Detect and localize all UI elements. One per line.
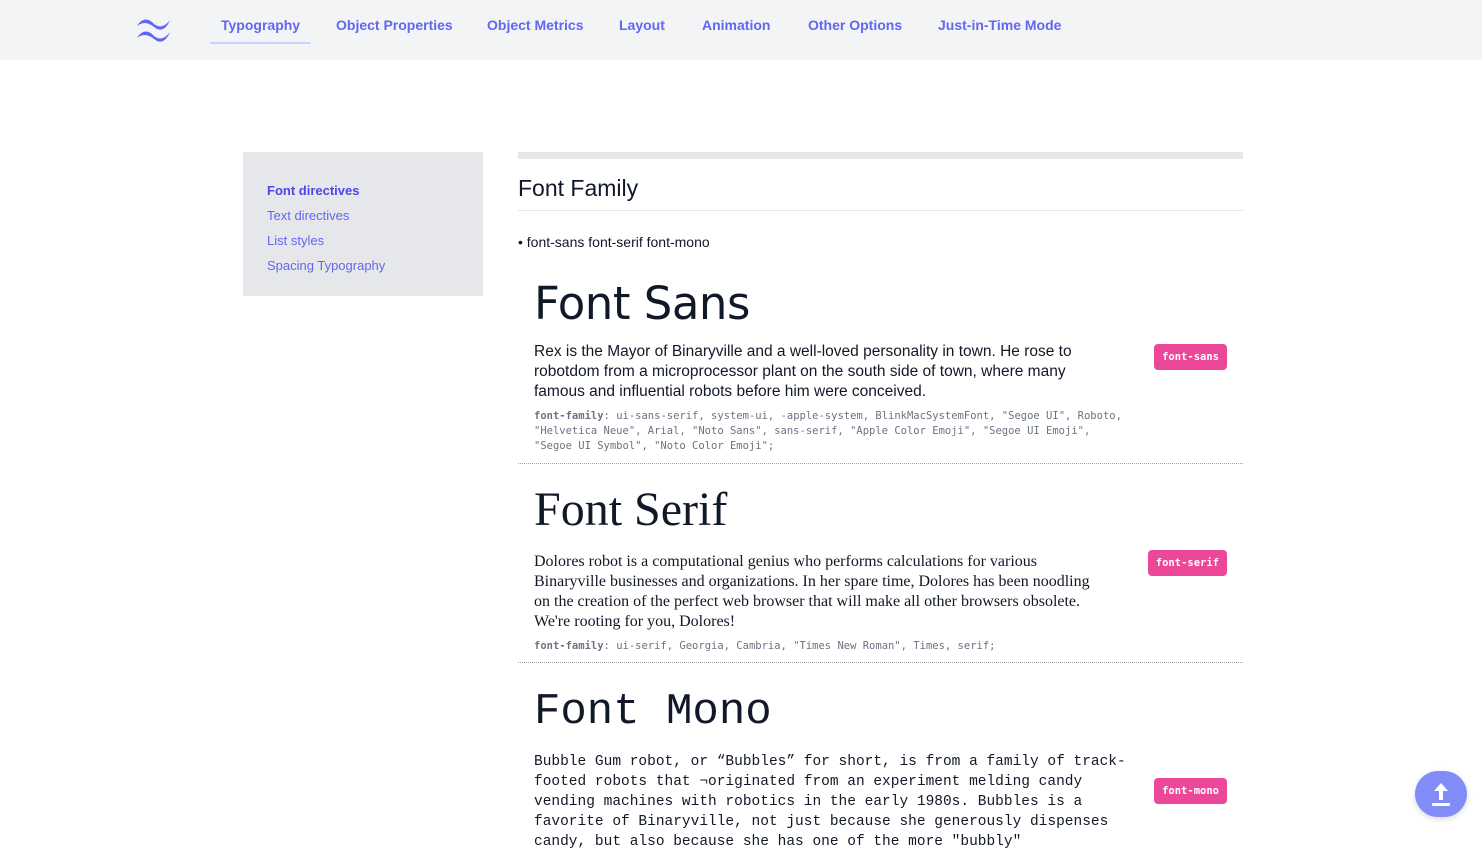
top-navbar: Typography Object Properties Object Metr…	[0, 0, 1482, 60]
font-sans-declaration: font-family: ui-sans-serif, system-ui, -…	[534, 409, 1134, 454]
font-sans-badge: font-sans	[1154, 344, 1227, 370]
declaration-value: : ui-sans-serif, system-ui, -apple-syste…	[534, 410, 1122, 452]
font-sans-example: Font Sans Rex is the Mayor of Binaryvill…	[518, 272, 1243, 464]
declaration-value: : ui-serif, Georgia, Cambria, "Times New…	[603, 640, 996, 652]
nav-item-animation[interactable]: Animation	[702, 0, 770, 44]
font-serif-paragraph: Dolores robot is a computational genius …	[534, 553, 1090, 630]
font-mono-example: Font Mono Bubble Gum robot, or “Bubbles”…	[518, 664, 1243, 852]
declaration-property: font-family	[534, 410, 604, 422]
nav-item-object-metrics[interactable]: Object Metrics	[487, 0, 583, 44]
declaration-property: font-family	[534, 640, 604, 652]
divider	[518, 662, 1243, 663]
font-serif-declaration: font-family: ui-serif, Georgia, Cambria,…	[534, 639, 1134, 654]
sidebar: Font directives Text directives List sty…	[243, 152, 483, 296]
font-mono-badge: font-mono	[1154, 778, 1227, 804]
main-content: Font Family • font-sans font-serif font-…	[518, 152, 1243, 850]
nav-item-just-in-time-mode[interactable]: Just-in-Time Mode	[938, 0, 1061, 44]
section-title: Font Family	[518, 174, 1243, 211]
sidebar-item-font-directives[interactable]: Font directives	[267, 178, 459, 203]
nav-item-object-properties[interactable]: Object Properties	[336, 0, 453, 44]
nav-item-typography[interactable]: Typography	[210, 0, 312, 44]
sidebar-item-spacing-typography[interactable]: Spacing Typography	[267, 253, 459, 278]
sidebar-item-list-styles[interactable]: List styles	[267, 228, 459, 253]
sidebar-item-text-directives[interactable]: Text directives	[267, 203, 459, 228]
tailwind-logo-icon[interactable]	[134, 14, 174, 42]
scroll-to-top-button[interactable]	[1415, 771, 1467, 817]
font-serif-badge: font-serif	[1147, 550, 1227, 576]
font-mono-paragraph: Bubble Gum robot, or “Bubbles” for short…	[534, 754, 1126, 850]
class-list: • font-sans font-serif font-mono	[518, 234, 710, 250]
font-serif-example: Font Serif Dolores robot is a computatio…	[518, 464, 1243, 664]
font-mono-heading: Font Mono	[534, 687, 772, 737]
top-divider	[518, 152, 1243, 159]
font-serif-heading: Font Serif	[534, 483, 728, 536]
nav-item-other-options[interactable]: Other Options	[808, 0, 902, 44]
nav-item-layout[interactable]: Layout	[619, 0, 665, 44]
font-sans-paragraph: Rex is the Mayor of Binaryville and a we…	[534, 343, 1072, 400]
font-sans-heading: Font Sans	[534, 277, 750, 330]
